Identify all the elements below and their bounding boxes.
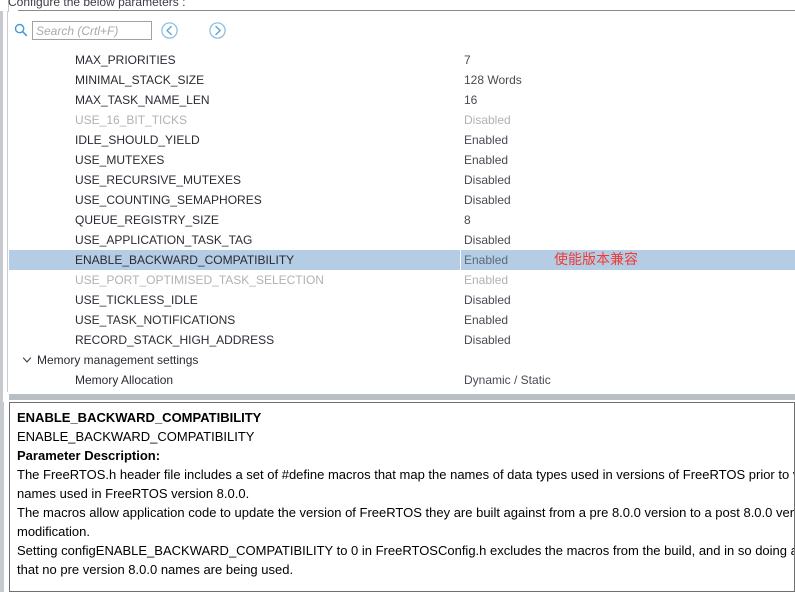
parameter-name: RECORD_STACK_HIGH_ADDRESS [75, 333, 275, 347]
table-row[interactable]: USE_16_BIT_TICKS Disabled [9, 110, 795, 130]
parameter-value[interactable]: 128 Words [464, 70, 522, 90]
parameter-name: USE_TICKLESS_IDLE [75, 293, 198, 307]
parameter-value[interactable]: 7 [464, 50, 471, 70]
parameter-name: ENABLE_BACKWARD_COMPATIBILITY [75, 253, 295, 267]
description-line: The macros allow application code to upd… [17, 505, 795, 520]
parameter-value[interactable]: Disabled [464, 330, 511, 350]
chevron-down-icon[interactable] [21, 350, 33, 370]
page-title: Configure the below parameters : [8, 0, 186, 9]
table-row[interactable]: RECORD_STACK_HIGH_ADDRESS Disabled [9, 330, 795, 350]
parameter-name: MAX_PRIORITIES [75, 53, 176, 67]
description-line: names used in FreeRTOS version 8.0.0. [17, 486, 250, 501]
parameter-name: IDLE_SHOULD_YIELD [75, 133, 200, 147]
group-header-memory-management[interactable]: Memory management settings [9, 350, 795, 370]
left-gutter [0, 11, 8, 392]
table-row[interactable]: USE_TICKLESS_IDLE Disabled [9, 290, 795, 310]
search-icon [14, 23, 28, 37]
parameter-value[interactable]: Dynamic / Static [464, 370, 551, 390]
parameter-name: USE_TASK_NOTIFICATIONS [75, 313, 236, 327]
parameter-name: USE_RECURSIVE_MUTEXES [75, 173, 242, 187]
parameter-name: MAX_TASK_NAME_LEN [75, 93, 210, 107]
back-button[interactable] [159, 20, 180, 41]
parameter-name: USE_16_BIT_TICKS [75, 113, 188, 127]
table-row[interactable]: USE_APPLICATION_TASK_TAG Disabled [9, 230, 795, 250]
splitter-left-rail [0, 392, 3, 402]
forward-button[interactable] [207, 20, 228, 41]
parameter-value[interactable]: Disabled [464, 170, 511, 190]
parameter-value[interactable]: Disabled [464, 190, 511, 210]
description-left-rail [0, 402, 4, 592]
annotation-label: 使能版本兼容 [554, 252, 638, 268]
parameter-value[interactable]: Enabled [464, 310, 508, 330]
splitter-handle[interactable] [9, 394, 795, 400]
description-panel: ENABLE_BACKWARD_COMPATIBILITY ENABLE_BAC… [9, 402, 795, 592]
table-row[interactable]: USE_TASK_NOTIFICATIONS Enabled [9, 310, 795, 330]
table-row[interactable]: MAX_PRIORITIES 7 [9, 50, 795, 70]
description-subtitle: ENABLE_BACKWARD_COMPATIBILITY [17, 429, 255, 444]
parameter-name: USE_APPLICATION_TASK_TAG [75, 233, 253, 247]
parameter-name: QUEUE_REGISTRY_SIZE [75, 213, 219, 227]
table-row[interactable]: QUEUE_REGISTRY_SIZE 8 [9, 210, 795, 230]
parameter-name: Memory Allocation [75, 373, 174, 387]
search-input-wrapper[interactable] [32, 21, 152, 40]
description-content: ENABLE_BACKWARD_COMPATIBILITY ENABLE_BAC… [17, 408, 795, 579]
configuration-panel: Configure the below parameters : Search … [0, 0, 795, 592]
header-divider [18, 10, 795, 11]
search-toolbar [9, 12, 795, 48]
parameter-value[interactable]: Enabled [464, 130, 508, 150]
table-row[interactable]: Memory Allocation Dynamic / Static [9, 370, 795, 390]
parameter-value[interactable]: Enabled [464, 150, 508, 170]
parameter-value[interactable]: Disabled [464, 230, 511, 250]
table-row[interactable]: USE_RECURSIVE_MUTEXES Disabled [9, 170, 795, 190]
parameter-value[interactable]: Enabled [464, 250, 508, 270]
panel-header: Configure the below parameters : [0, 0, 795, 12]
table-row[interactable]: USE_MUTEXES Enabled [9, 150, 795, 170]
parameter-name: MINIMAL_STACK_SIZE [75, 73, 205, 87]
group-label: Memory management settings [37, 353, 199, 367]
panel-splitter[interactable] [0, 392, 795, 402]
parameter-name: USE_MUTEXES [75, 153, 165, 167]
parameter-name: USE_COUNTING_SEMAPHORES [75, 193, 262, 207]
parameter-name: USE_PORT_OPTIMISED_TASK_SELECTION [75, 273, 324, 287]
parameter-value[interactable]: Disabled [464, 290, 511, 310]
parameter-list[interactable]: MAX_PRIORITIES 7 MINIMAL_STACK_SIZE 128 … [9, 50, 795, 392]
parameter-value: Disabled [464, 113, 511, 127]
table-row-selected[interactable]: ENABLE_BACKWARD_COMPATIBILITY Enabled 使能… [9, 250, 795, 270]
description-section-label: Parameter Description: [17, 448, 161, 463]
table-row[interactable]: IDLE_SHOULD_YIELD Enabled [9, 130, 795, 150]
table-row[interactable]: MINIMAL_STACK_SIZE 128 Words [9, 70, 795, 90]
search-input[interactable] [33, 22, 151, 39]
parameter-value: Enabled [464, 273, 509, 287]
description-line: that no pre version 8.0.0 names are bein… [17, 562, 294, 577]
parameter-value[interactable]: 8 [464, 210, 471, 230]
description-line: modification. [17, 524, 90, 539]
description-title: ENABLE_BACKWARD_COMPATIBILITY [17, 410, 262, 425]
table-row[interactable]: USE_PORT_OPTIMISED_TASK_SELECTION Enable… [9, 270, 795, 290]
table-row[interactable]: MAX_TASK_NAME_LEN 16 [9, 90, 795, 110]
parameter-value[interactable]: 16 [464, 90, 477, 110]
description-line: Setting configENABLE_BACKWARD_COMPATIBIL… [17, 543, 794, 558]
description-line: The FreeRTOS.h header file includes a se… [17, 467, 794, 482]
table-row[interactable]: USE_COUNTING_SEMAPHORES Disabled [9, 190, 795, 210]
